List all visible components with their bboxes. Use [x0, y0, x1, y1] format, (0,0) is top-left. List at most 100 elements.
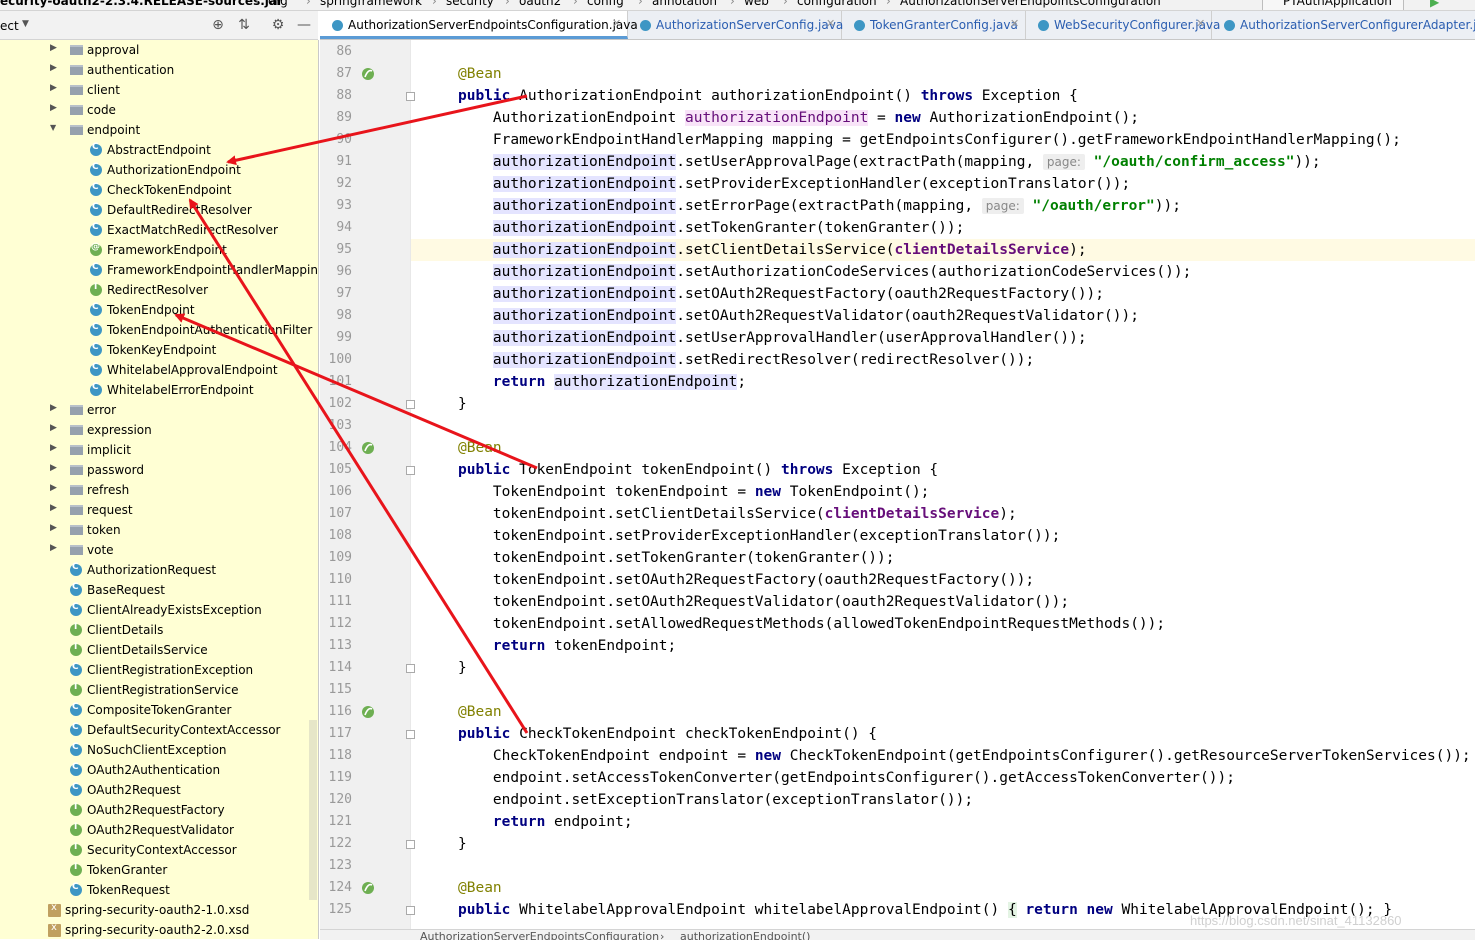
breadcrumb-item[interactable]: security — [446, 0, 494, 8]
tree-file[interactable]: ClientAlreadyExistsException — [0, 600, 318, 620]
code-line[interactable]: @Bean — [458, 877, 502, 899]
chevron-right-icon[interactable]: ▶ — [50, 43, 60, 53]
tree-file[interactable]: TokenEndpointAuthenticationFilter — [0, 320, 318, 340]
code-line[interactable]: return endpoint; — [458, 811, 633, 833]
code-line[interactable]: } — [458, 833, 467, 855]
tree-folder[interactable]: ▶ error — [0, 400, 318, 420]
tree-file[interactable]: FrameworkEndpointHandlerMapping — [0, 260, 318, 280]
breadcrumb-item[interactable]: web — [744, 0, 769, 8]
collapse-all-icon[interactable]: ⇅ — [234, 16, 254, 34]
tree-folder[interactable]: ▶ refresh — [0, 480, 318, 500]
tree-file[interactable]: TokenEndpoint — [0, 300, 318, 320]
bean-icon[interactable] — [360, 66, 374, 80]
breadcrumb-item[interactable]: org — [268, 0, 288, 8]
tree-file[interactable]: ClientDetails — [0, 620, 318, 640]
code-line[interactable]: AuthorizationEndpoint authorizationEndpo… — [458, 107, 1139, 129]
breadcrumb-item[interactable]: configuration — [797, 0, 877, 8]
tree-folder[interactable]: ▶ request — [0, 500, 318, 520]
code-line[interactable]: @Bean — [458, 437, 502, 459]
bean-icon[interactable] — [360, 880, 374, 894]
fold-marker-icon[interactable] — [406, 400, 415, 409]
code-line[interactable]: CheckTokenEndpoint endpoint = new CheckT… — [458, 745, 1471, 767]
close-icon[interactable]: ✕ — [826, 17, 835, 30]
fold-marker-icon[interactable] — [406, 840, 415, 849]
tree-file[interactable]: FrameworkEndpoint — [0, 240, 318, 260]
editor-tab[interactable]: TokenGranterConfig.java ✕ — [842, 11, 1026, 39]
code-line[interactable]: tokenEndpoint.setProviderExceptionHandle… — [458, 525, 1060, 547]
tree-file[interactable]: OAuth2RequestFactory — [0, 800, 318, 820]
hide-panel-icon[interactable]: — — [294, 16, 314, 34]
code-line[interactable]: authorizationEndpoint.setTokenGranter(to… — [458, 217, 964, 239]
code-line[interactable]: authorizationEndpoint.setOAuth2RequestVa… — [458, 305, 1139, 327]
code-line[interactable]: authorizationEndpoint.setRedirectResolve… — [458, 349, 1034, 371]
tree-folder[interactable]: ▶ vote — [0, 540, 318, 560]
tree-folder[interactable]: ▼ endpoint — [0, 120, 318, 140]
tree-file[interactable]: OAuth2Request — [0, 780, 318, 800]
code-line[interactable]: FrameworkEndpointHandlerMapping mapping … — [458, 129, 1401, 151]
breadcrumb-item[interactable]: oauth2 — [519, 0, 561, 8]
tree-folder[interactable]: ▶ approval — [0, 40, 318, 60]
tree-folder[interactable]: ▶ token — [0, 520, 318, 540]
fold-marker-icon[interactable] — [406, 466, 415, 475]
code-line[interactable]: authorizationEndpoint.setAuthorizationCo… — [458, 261, 1191, 283]
tree-file[interactable]: RedirectResolver — [0, 280, 318, 300]
code-line[interactable]: authorizationEndpoint.setClientDetailsSe… — [411, 239, 1475, 261]
breadcrumb-item[interactable]: annotation — [652, 0, 717, 8]
tree-file[interactable]: spring-security-oauth2-2.0.xsd — [0, 920, 318, 939]
bean-icon[interactable] — [360, 704, 374, 718]
tree-file[interactable]: SecurityContextAccessor — [0, 840, 318, 860]
fold-marker-icon[interactable] — [406, 664, 415, 673]
tree-file[interactable]: ClientRegistrationService — [0, 680, 318, 700]
code-line[interactable]: tokenEndpoint.setOAuth2RequestValidator(… — [458, 591, 1069, 613]
tree-folder[interactable]: ▶ password — [0, 460, 318, 480]
code-line[interactable]: return authorizationEndpoint; — [458, 371, 746, 393]
code-line[interactable]: } — [458, 393, 467, 415]
code-line[interactable]: public CheckTokenEndpoint checkTokenEndp… — [458, 723, 877, 745]
tree-file[interactable]: AbstractEndpoint — [0, 140, 318, 160]
chevron-right-icon[interactable]: ▶ — [50, 503, 60, 513]
chevron-right-icon[interactable]: ▶ — [50, 543, 60, 553]
tree-file[interactable]: OAuth2RequestValidator — [0, 820, 318, 840]
run-configuration-select[interactable]: PTAuthApplication — [1262, 0, 1404, 10]
fold-marker-icon[interactable] — [406, 906, 415, 915]
code-line[interactable]: tokenEndpoint.setClientDetailsService(cl… — [458, 503, 1017, 525]
tree-file[interactable]: BaseRequest — [0, 580, 318, 600]
tree-file[interactable]: AuthorizationRequest — [0, 560, 318, 580]
project-tree[interactable]: ▶ approval ▶ authentication ▶ client ▶ code ▼ end… — [0, 40, 319, 939]
chevron-right-icon[interactable]: ▶ — [50, 423, 60, 433]
chevron-right-icon[interactable]: ▶ — [50, 523, 60, 533]
editor-tab[interactable]: WebSecurityConfigurer.java ✕ — [1026, 11, 1220, 39]
code-line[interactable]: tokenEndpoint.setAllowedRequestMethods(a… — [458, 613, 1165, 635]
tree-folder[interactable]: ▶ authentication — [0, 60, 318, 80]
locate-icon[interactable]: ⊕ — [208, 16, 228, 34]
code-line[interactable]: } — [458, 657, 467, 679]
chevron-right-icon[interactable]: ▶ — [50, 63, 60, 73]
breadcrumb-item[interactable]: AuthorizationServerEndpointsConfiguratio… — [900, 0, 1161, 8]
tree-file[interactable]: DefaultRedirectResolver — [0, 200, 318, 220]
tree-file[interactable]: CompositeTokenGranter — [0, 700, 318, 720]
code-line[interactable]: @Bean — [458, 63, 502, 85]
chevron-right-icon[interactable]: ▶ — [50, 483, 60, 493]
run-icon[interactable]: ▶ — [1430, 0, 1439, 9]
code-line[interactable]: return tokenEndpoint; — [458, 635, 676, 657]
bean-icon[interactable] — [360, 440, 374, 454]
tree-file[interactable]: DefaultSecurityContextAccessor — [0, 720, 318, 740]
chevron-right-icon[interactable]: ▶ — [50, 103, 60, 113]
code-line[interactable]: endpoint.setAccessTokenConverter(getEndp… — [458, 767, 1235, 789]
tree-folder[interactable]: ▶ code — [0, 100, 318, 120]
tree-folder[interactable]: ▶ implicit — [0, 440, 318, 460]
editor-tab[interactable]: AuthorizationServerConfigurerAdapter.jav… — [1212, 11, 1475, 39]
tree-file[interactable]: ClientDetailsService — [0, 640, 318, 660]
code-line[interactable]: tokenEndpoint.setOAuth2RequestFactory(oa… — [458, 569, 1034, 591]
tree-file[interactable]: AuthorizationEndpoint — [0, 160, 318, 180]
tree-file[interactable]: TokenKeyEndpoint — [0, 340, 318, 360]
fold-marker-icon[interactable] — [406, 730, 415, 739]
code-line[interactable]: tokenEndpoint.setTokenGranter(tokenGrant… — [458, 547, 895, 569]
tree-file[interactable]: TokenGranter — [0, 860, 318, 880]
tree-file[interactable]: TokenRequest — [0, 880, 318, 900]
code-line[interactable]: authorizationEndpoint.setUserApprovalHan… — [458, 327, 1087, 349]
chevron-down-icon[interactable]: ▼ — [22, 19, 29, 29]
chevron-down-icon[interactable]: ▼ — [50, 123, 60, 132]
breadcrumb-item[interactable]: config — [587, 0, 624, 8]
code-line[interactable]: endpoint.setExceptionTranslator(exceptio… — [458, 789, 973, 811]
